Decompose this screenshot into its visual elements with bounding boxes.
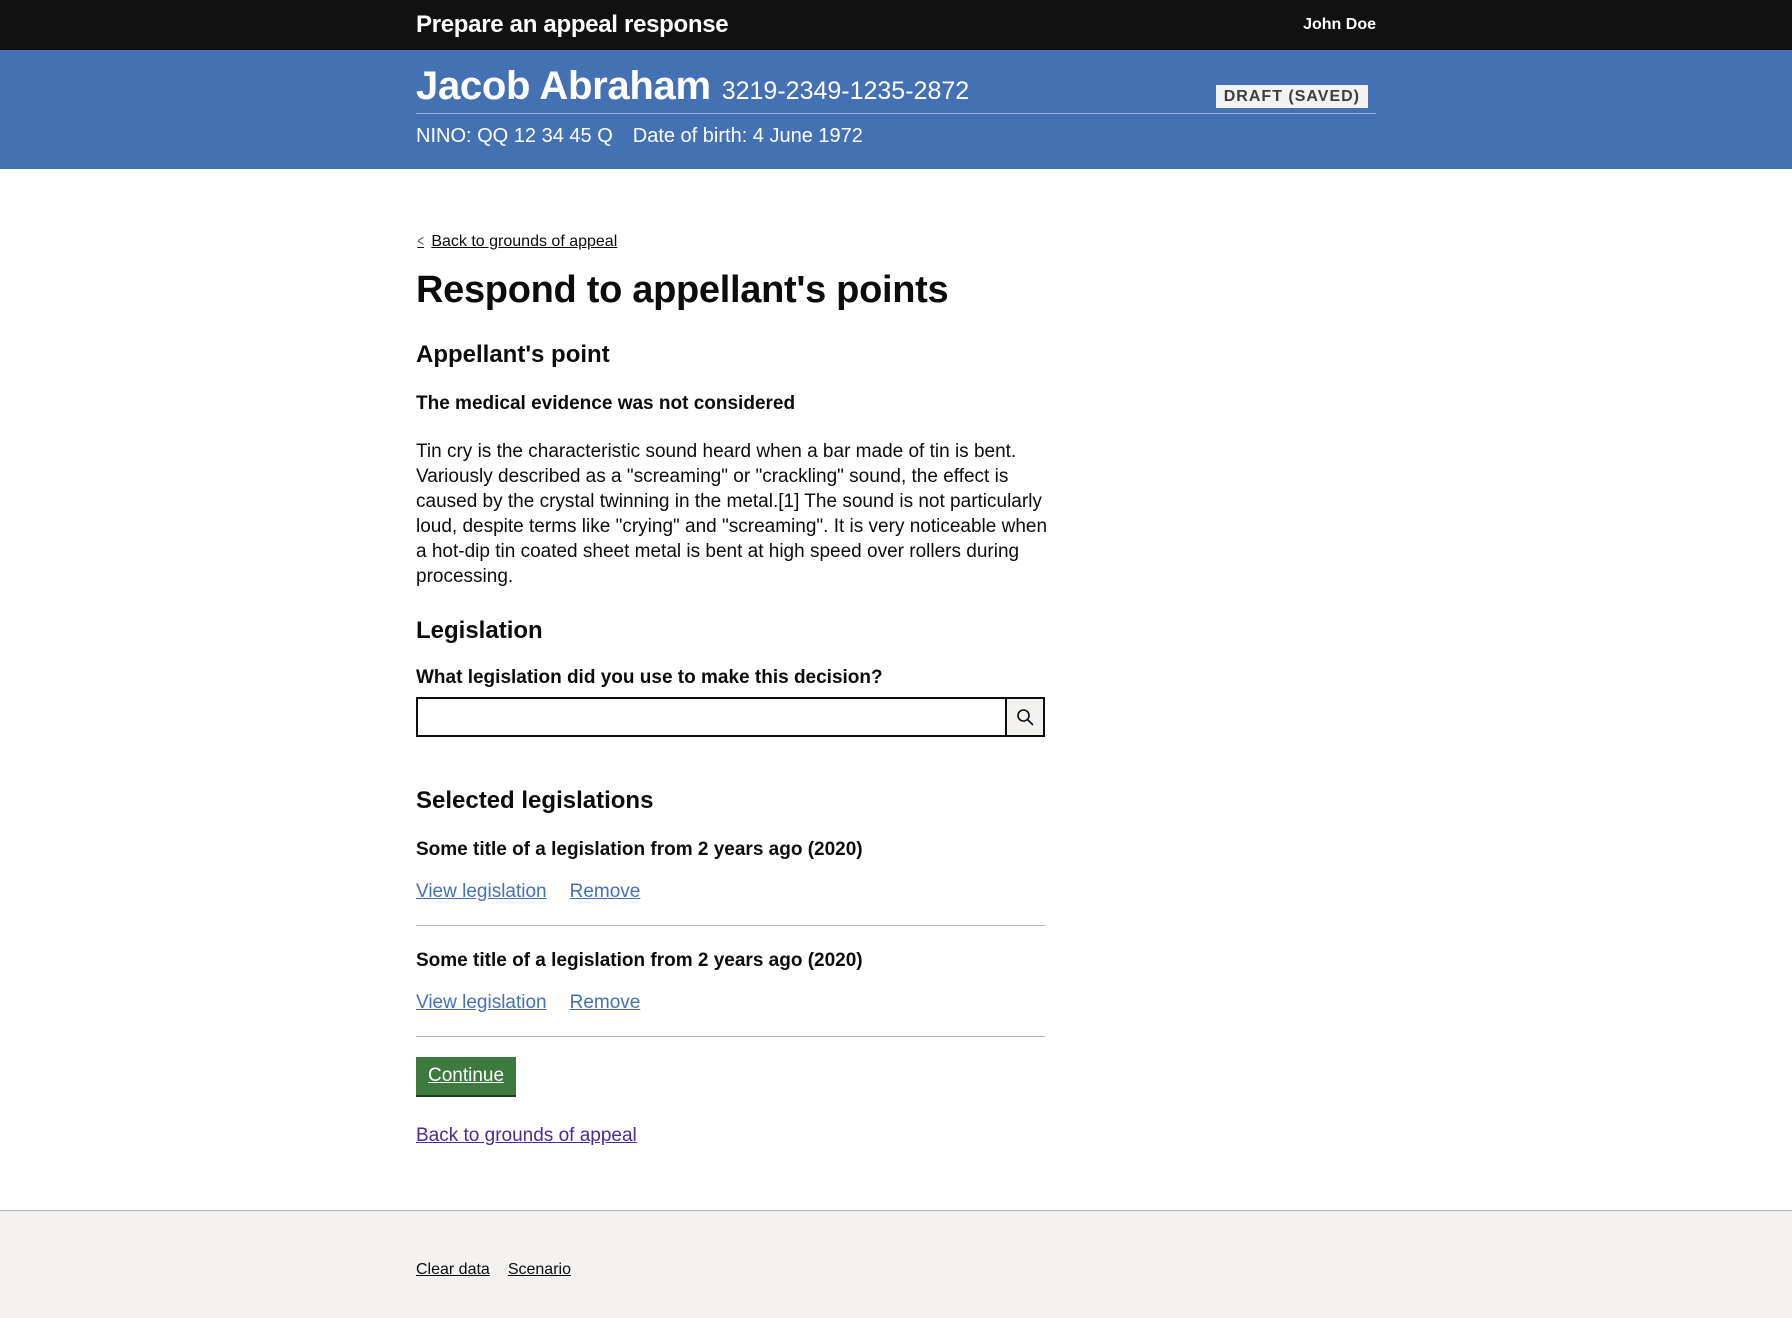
appellant-point-heading: Appellant's point <box>416 340 610 368</box>
remove-legislation-link[interactable]: Remove <box>570 992 641 1014</box>
service-name[interactable]: Prepare an appeal response <box>416 11 729 39</box>
dob-text: Date of birth: 4 June 1972 <box>632 125 863 147</box>
selected-legislations-heading: Selected legislations <box>416 786 654 814</box>
nino-text: NINO: QQ 12 34 45 Q <box>416 125 613 147</box>
legislation-item-actions: View legislation Remove <box>416 881 1045 903</box>
claimant-name: Jacob Abraham <box>416 64 711 108</box>
continue-button[interactable]: Continue <box>416 1056 517 1095</box>
top-header-bar: Prepare an appeal response John Doe <box>0 0 1792 50</box>
legislation-item: Some title of a legislation from 2 years… <box>416 926 1045 1037</box>
main-content: < Back to grounds of appeal Respond to a… <box>0 169 1792 1147</box>
back-link-top-label: Back to grounds of appeal <box>431 233 618 250</box>
legislation-question: What legislation did you use to make thi… <box>416 666 883 688</box>
chevron-left-icon: < <box>417 233 424 250</box>
claimant-meta: NINO: QQ 12 34 45 Q Date of birth: 4 Jun… <box>416 125 1376 148</box>
status-badge: DRAFT (SAVED) <box>1215 85 1368 108</box>
legislation-item-actions: View legislation Remove <box>416 992 1045 1014</box>
claim-reference: 3219-2349-1235-2872 <box>721 77 970 105</box>
legislation-heading: Legislation <box>416 616 543 644</box>
back-link-top[interactable]: < Back to grounds of appeal <box>416 233 617 251</box>
footer: Clear data Scenario <box>0 1210 1792 1318</box>
legislation-search-input[interactable] <box>416 696 1005 737</box>
claimant-banner: Jacob Abraham 3219-2349-1235-2872 DRAFT … <box>0 50 1792 169</box>
remove-legislation-link[interactable]: Remove <box>570 881 641 903</box>
legislation-search <box>416 696 1045 737</box>
user-name[interactable]: John Doe <box>1303 16 1376 34</box>
clear-data-link[interactable]: Clear data <box>416 1261 490 1279</box>
legislation-item: Some title of a legislation from 2 years… <box>416 815 1045 926</box>
search-icon <box>1017 708 1034 725</box>
appellant-point-body: Tin cry is the characteristic sound hear… <box>416 440 1048 587</box>
scenario-link[interactable]: Scenario <box>508 1261 571 1279</box>
back-link-bottom[interactable]: Back to grounds of appeal <box>416 1125 1376 1147</box>
legislation-item-title: Some title of a legislation from 2 years… <box>416 838 863 860</box>
view-legislation-link[interactable]: View legislation <box>416 881 547 903</box>
legislation-item-title: Some title of a legislation from 2 years… <box>416 949 863 971</box>
page-title: Respond to appellant's points <box>416 269 949 311</box>
appellant-point-title: The medical evidence was not considered <box>416 392 796 414</box>
search-button[interactable] <box>1005 696 1045 737</box>
view-legislation-link[interactable]: View legislation <box>416 992 547 1014</box>
